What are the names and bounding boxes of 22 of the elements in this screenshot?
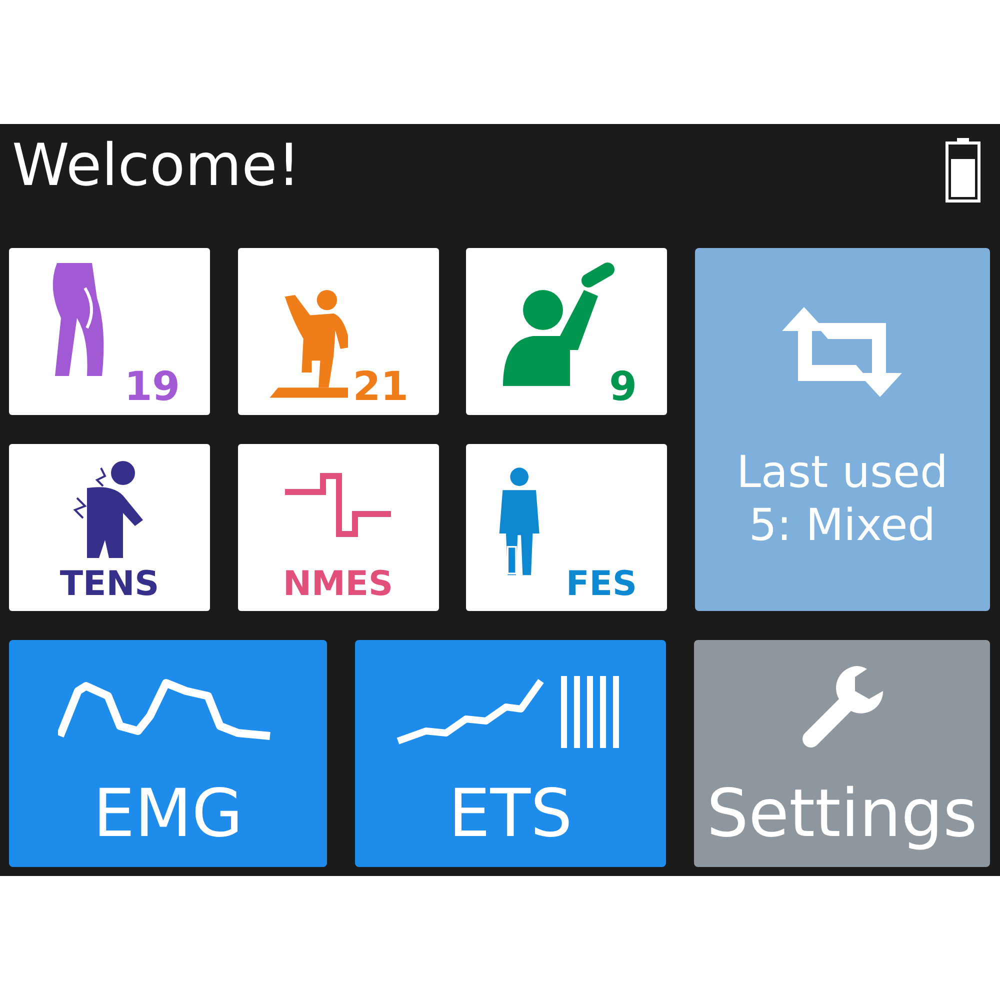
program-count: 19	[124, 367, 180, 407]
last-used-text: Last used	[736, 446, 948, 500]
program-tile[interactable]: 9	[466, 248, 667, 415]
program-count: 21	[352, 367, 408, 407]
last-used-text: 5: Mixed	[748, 500, 936, 552]
welcome-title: Welcome!	[12, 134, 301, 198]
person-stepping-icon	[268, 288, 348, 398]
mode-button[interactable]: ETS	[355, 640, 666, 867]
program-tile[interactable]: 21	[238, 248, 438, 415]
program-tile[interactable]: TENS	[9, 444, 210, 611]
repeat-icon	[782, 306, 902, 397]
mode-button[interactable]: EMG	[9, 640, 327, 867]
program-label: NMES	[282, 567, 393, 601]
program-label: TENS	[60, 567, 160, 601]
battery-icon	[945, 137, 981, 203]
program-label: FES	[566, 567, 637, 601]
program-tile[interactable]: NMES	[238, 444, 438, 611]
program-tile[interactable]: FES	[466, 444, 667, 611]
program-count: 9	[609, 367, 637, 407]
mode-button[interactable]: Settings	[694, 640, 990, 867]
last-used-tile[interactable]: Last used 5: Mixed	[694, 248, 990, 611]
program-tile[interactable]: 19	[9, 248, 210, 415]
